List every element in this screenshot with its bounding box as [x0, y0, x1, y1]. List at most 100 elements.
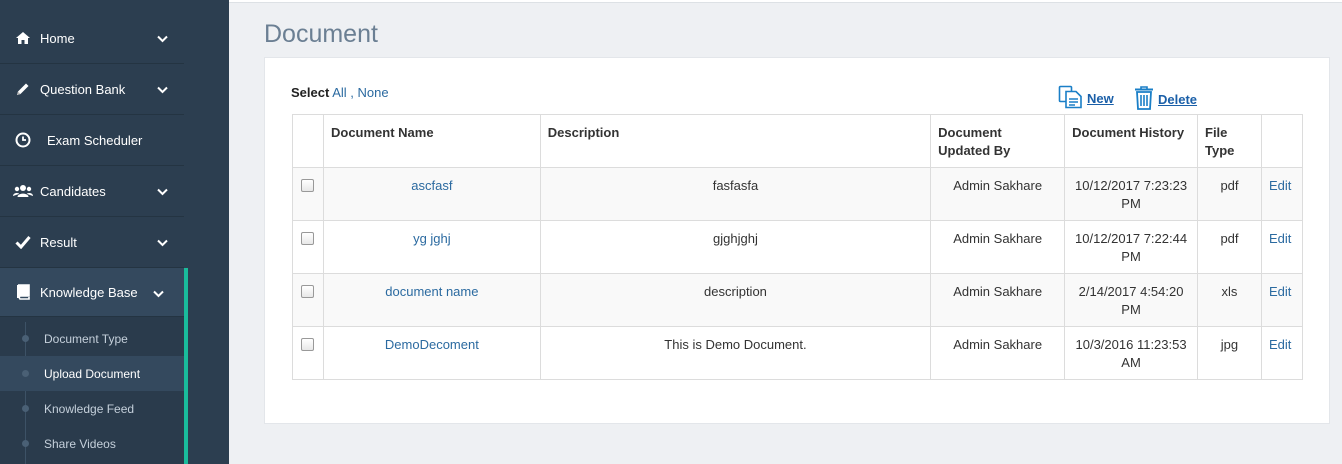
bullet-icon [22, 335, 29, 342]
sidebar-item-label: Result [40, 234, 77, 250]
bullet-icon [22, 405, 29, 412]
select-controls: Select All , None [291, 85, 389, 100]
bullet-icon [22, 440, 29, 447]
sidebar-subitem-document-type[interactable]: Document Type [0, 321, 184, 356]
row-checkbox[interactable] [301, 338, 315, 351]
select-label: Select [291, 85, 330, 100]
header-file-type: File Type [1197, 114, 1262, 168]
sidebar-subitem-knowledge-feed[interactable]: Knowledge Feed [0, 391, 184, 426]
sidebar-item-label: Candidates [40, 183, 106, 199]
chevron-down-icon [157, 235, 168, 250]
sidebar-subitem-label: Document Type [44, 331, 128, 346]
document-name-cell: DemoDecoment [322, 326, 541, 380]
sidebar-item-label: Home [40, 30, 75, 46]
sidebar-item-exam-scheduler[interactable]: Exam Scheduler [0, 115, 184, 166]
delete-label: Delete [1158, 92, 1198, 107]
sidebar-item-result[interactable]: Result [0, 217, 184, 268]
active-indicator [184, 270, 188, 464]
document-name-cell: document name [322, 273, 541, 327]
document-name-link[interactable]: DemoDecoment [385, 337, 479, 352]
updated-by-cell: Admin Sakhare [930, 273, 1066, 327]
bullet-icon [22, 370, 29, 377]
file-type-cell: pdf [1197, 167, 1262, 221]
header-updated-by: Document Updated By [930, 114, 1066, 168]
history-cell: 10/12/2017 7:23:23 PM [1064, 167, 1198, 221]
edit-cell: Edit [1260, 167, 1304, 221]
sidebar-subitem-label: Upload Document [44, 366, 141, 381]
row-checkbox[interactable] [301, 179, 315, 192]
table-row: yg jghj gjghjghj Admin Sakhare 10/12/201… [292, 220, 1304, 274]
sidebar: Home Question Bank Exam Scheduler Candid… [0, 0, 229, 464]
sidebar-subitem-share-videos[interactable]: Share Videos [0, 426, 184, 461]
header-description: Description [539, 114, 932, 168]
delete-button[interactable]: Delete [1133, 85, 1197, 114]
trash-icon [1133, 85, 1155, 114]
edit-cell: Edit [1260, 273, 1304, 327]
top-bar [229, 0, 1342, 3]
chevron-down-icon [157, 82, 168, 97]
sidebar-item-question-bank[interactable]: Question Bank [0, 64, 184, 115]
page-title: Document [264, 20, 378, 48]
table-row: ascfasf fasfasfa Admin Sakhare 10/12/201… [292, 167, 1304, 221]
row-select-cell [292, 326, 324, 380]
select-none-link[interactable]: None [358, 85, 389, 100]
new-document-icon [1058, 85, 1084, 112]
updated-by-cell: Admin Sakhare [930, 326, 1066, 380]
document-name-cell: ascfasf [322, 167, 541, 221]
sidebar-item-label: Knowledge Base [40, 284, 138, 300]
history-cell: 10/12/2017 7:22:44 PM [1064, 220, 1198, 274]
table-header-row: Document Name Description Document Updat… [292, 114, 1304, 168]
header-select [292, 114, 324, 168]
new-label: New [1087, 91, 1114, 106]
description-cell: gjghjghj [539, 220, 932, 274]
document-name-link[interactable]: yg jghj [413, 231, 451, 246]
header-document-name: Document Name [322, 114, 541, 168]
pencil-icon [12, 80, 34, 98]
description-cell: description [539, 273, 932, 327]
history-cell: 2/14/2017 4:54:20 PM [1064, 273, 1198, 327]
select-all-link[interactable]: All [332, 85, 346, 100]
file-type-cell: jpg [1197, 326, 1262, 380]
edit-cell: Edit [1260, 326, 1304, 380]
new-button[interactable]: New [1058, 85, 1114, 112]
header-updated-by-label: Document Updated By [938, 125, 1011, 158]
chevron-down-icon [157, 31, 168, 46]
sidebar-item-home[interactable]: Home [0, 13, 184, 64]
row-select-cell [292, 273, 324, 327]
row-checkbox[interactable] [301, 232, 315, 245]
file-type-cell: xls [1197, 273, 1262, 327]
row-checkbox[interactable] [301, 285, 315, 298]
edit-link[interactable]: Edit [1269, 337, 1291, 352]
document-name-link[interactable]: document name [385, 284, 478, 299]
file-type-cell: pdf [1197, 220, 1262, 274]
row-select-cell [292, 220, 324, 274]
sidebar-item-label: Exam Scheduler [47, 132, 143, 148]
check-icon [12, 233, 34, 251]
select-separator: , [350, 85, 354, 100]
document-name-link[interactable]: ascfasf [411, 178, 452, 193]
updated-by-cell: Admin Sakhare [930, 220, 1066, 274]
sidebar-item-candidates[interactable]: Candidates [0, 166, 184, 217]
edit-link[interactable]: Edit [1269, 284, 1291, 299]
book-icon [12, 283, 34, 301]
chevron-down-icon [153, 286, 164, 301]
sidebar-subitem-label: Knowledge Feed [44, 401, 135, 416]
home-icon [12, 29, 34, 47]
users-icon [12, 182, 34, 200]
row-select-cell [292, 167, 324, 221]
table-row: DemoDecoment This is Demo Document. Admi… [292, 326, 1304, 380]
edit-link[interactable]: Edit [1269, 178, 1291, 193]
description-cell: This is Demo Document. [539, 326, 932, 380]
history-cell: 10/3/2016 11:23:53 AM [1064, 326, 1198, 380]
sidebar-item-knowledge-base[interactable]: Knowledge Base [0, 268, 188, 317]
document-name-cell: yg jghj [322, 220, 541, 274]
edit-link[interactable]: Edit [1269, 231, 1291, 246]
table-row: document name description Admin Sakhare … [292, 273, 1304, 327]
sidebar-subitem-upload-document[interactable]: Upload Document [0, 356, 184, 391]
header-document-history: Document History [1064, 114, 1198, 168]
chevron-down-icon [157, 184, 168, 199]
documents-table: Document Name Description Document Updat… [292, 114, 1304, 380]
updated-by-cell: Admin Sakhare [930, 167, 1066, 221]
clock-icon [12, 131, 34, 149]
header-edit [1260, 114, 1304, 168]
